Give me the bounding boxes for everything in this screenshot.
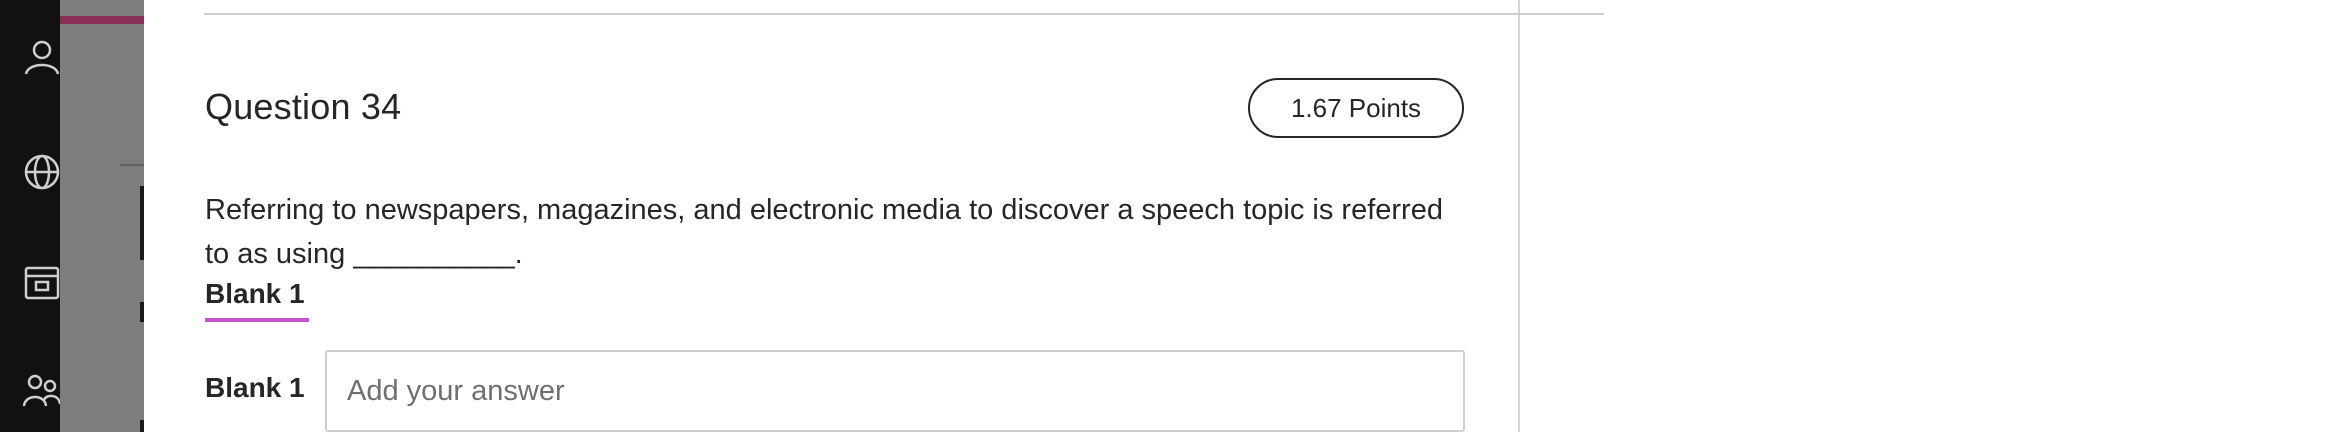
blank-field-label: Blank 1: [205, 372, 305, 403]
calendar-icon[interactable]: [22, 262, 62, 302]
blank-tab-underline: [205, 318, 309, 322]
left-nav-rail: [0, 0, 62, 432]
globe-icon[interactable]: [22, 152, 62, 192]
user-icon[interactable]: [22, 36, 62, 76]
question-title: Question 34: [205, 86, 402, 127]
dimmed-accent-bar: [60, 16, 144, 24]
divider: [204, 13, 1604, 15]
question-panel: Question 34 1.67 Points Referring to new…: [144, 0, 1604, 432]
points-badge: 1.67 Points: [1248, 78, 1464, 138]
people-icon[interactable]: [22, 370, 62, 410]
question-text: Referring to newspapers, magazines, and …: [205, 194, 1443, 270]
dimmed-background: [60, 0, 144, 432]
blank-tab[interactable]: Blank 1: [205, 278, 305, 310]
answer-input[interactable]: [325, 350, 1465, 432]
dimmed-divider: [120, 164, 144, 166]
